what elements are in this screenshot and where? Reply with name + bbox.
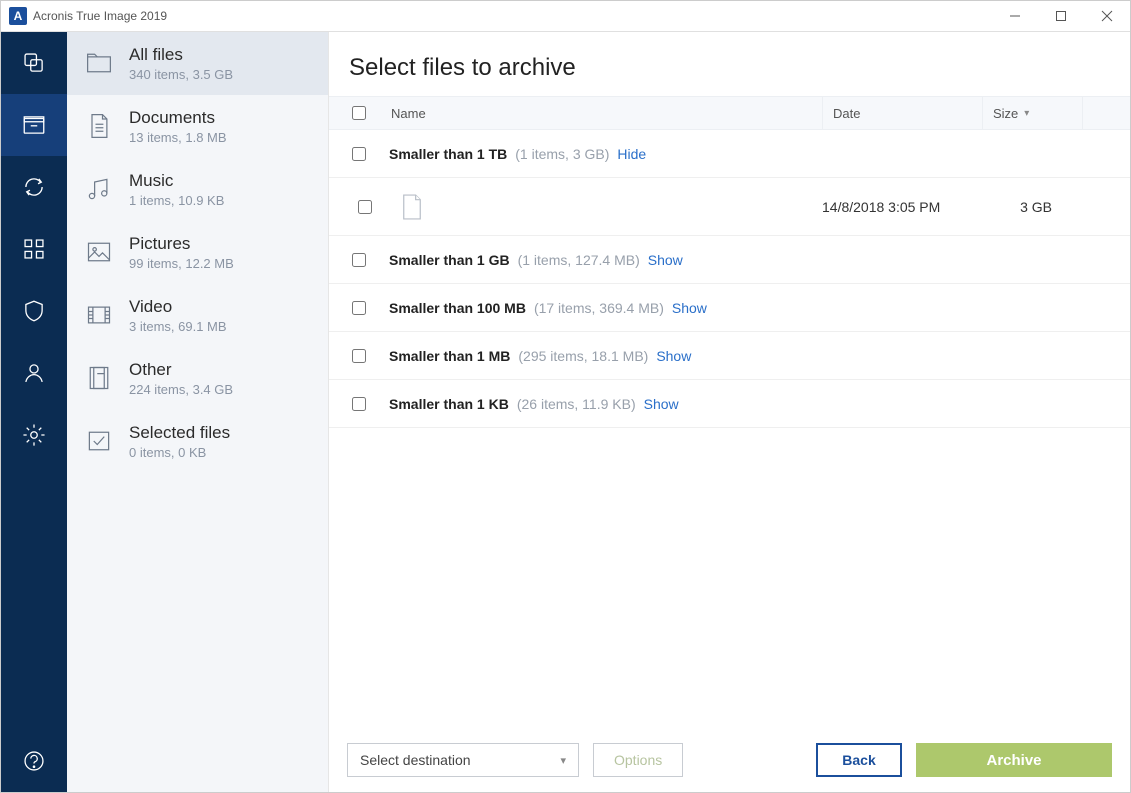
group-meta: (1 items, 3 GB) — [515, 146, 609, 162]
group-title: Smaller than 100 MB — [389, 300, 526, 316]
group-checkbox[interactable] — [352, 349, 366, 363]
sort-desc-icon: ▾ — [1024, 108, 1029, 119]
category-subtitle: 99 items, 12.2 MB — [129, 256, 234, 271]
group-row: Smaller than 1 KB (26 items, 11.9 KB) Show — [329, 380, 1130, 428]
group-toggle-link[interactable]: Show — [648, 252, 683, 268]
nav-account[interactable] — [1, 342, 67, 404]
group-title: Smaller than 1 GB — [389, 252, 510, 268]
column-date[interactable]: Date — [822, 97, 982, 129]
category-sidebar: All files 340 items, 3.5 GB Documents 13 it… — [67, 32, 329, 792]
nav-sync[interactable] — [1, 156, 67, 218]
file-size: 3 GB — [982, 199, 1082, 215]
category-pictures[interactable]: Pictures 99 items, 12.2 MB — [67, 221, 328, 284]
nav-tools[interactable] — [1, 218, 67, 280]
group-checkbox[interactable] — [352, 253, 366, 267]
document-icon — [85, 112, 113, 140]
group-meta: (17 items, 369.4 MB) — [534, 300, 664, 316]
category-title: Other — [129, 360, 233, 380]
table-body: Smaller than 1 TB (1 items, 3 GB) Hide 14/8… — [329, 130, 1130, 728]
category-documents[interactable]: Documents 13 items, 1.8 MB — [67, 95, 328, 158]
category-subtitle: 13 items, 1.8 MB — [129, 130, 227, 145]
group-title: Smaller than 1 KB — [389, 396, 509, 412]
group-meta: (295 items, 18.1 MB) — [518, 348, 648, 364]
category-title: All files — [129, 45, 233, 65]
nav-protection[interactable] — [1, 280, 67, 342]
folder-icon — [85, 49, 113, 77]
group-checkbox[interactable] — [352, 147, 366, 161]
category-title: Pictures — [129, 234, 234, 254]
group-checkbox[interactable] — [352, 301, 366, 315]
main-panel: Select files to archive Name Date Size▾ … — [329, 32, 1130, 792]
selected-icon — [85, 427, 113, 455]
nav-backup[interactable] — [1, 32, 67, 94]
footer-bar: Select destination ▾ Options Back Archiv… — [329, 728, 1130, 792]
options-button[interactable]: Options — [593, 743, 683, 777]
category-subtitle: 3 items, 69.1 MB — [129, 319, 227, 334]
other-icon — [85, 364, 113, 392]
file-checkbox[interactable] — [358, 200, 372, 214]
group-checkbox[interactable] — [352, 397, 366, 411]
chevron-down-icon: ▾ — [560, 754, 566, 767]
category-selected[interactable]: Selected files 0 items, 0 KB — [67, 410, 328, 473]
column-name[interactable]: Name — [389, 106, 822, 121]
select-all-checkbox[interactable] — [352, 106, 366, 120]
nav-settings[interactable] — [1, 404, 67, 466]
group-toggle-link[interactable]: Hide — [617, 146, 646, 162]
back-button[interactable]: Back — [816, 743, 902, 777]
group-row: Smaller than 100 MB (17 items, 369.4 MB) S… — [329, 284, 1130, 332]
category-title: Documents — [129, 108, 227, 128]
nav-archive[interactable] — [1, 94, 67, 156]
group-meta: (26 items, 11.9 KB) — [517, 396, 636, 412]
category-subtitle: 224 items, 3.4 GB — [129, 382, 233, 397]
nav-help[interactable] — [1, 730, 67, 792]
group-meta: (1 items, 127.4 MB) — [518, 252, 640, 268]
group-toggle-link[interactable]: Show — [656, 348, 691, 364]
window-title: Acronis True Image 2019 — [33, 9, 167, 23]
category-music[interactable]: Music 1 items, 10.9 KB — [67, 158, 328, 221]
destination-select[interactable]: Select destination ▾ — [347, 743, 579, 777]
page-heading: Select files to archive — [349, 54, 1110, 82]
file-row[interactable]: 14/8/2018 3:05 PM3 GB — [329, 178, 1130, 236]
category-subtitle: 1 items, 10.9 KB — [129, 193, 224, 208]
nav-rail — [1, 32, 67, 792]
music-icon — [85, 175, 113, 203]
group-row: Smaller than 1 GB (1 items, 127.4 MB) Show — [329, 236, 1130, 284]
group-row: Smaller than 1 MB (295 items, 18.1 MB) Sho… — [329, 332, 1130, 380]
group-row: Smaller than 1 TB (1 items, 3 GB) Hide — [329, 130, 1130, 178]
file-date: 14/8/2018 3:05 PM — [822, 199, 982, 215]
table-header: Name Date Size▾ — [329, 96, 1130, 130]
column-size[interactable]: Size▾ — [982, 97, 1082, 129]
category-title: Video — [129, 297, 227, 317]
category-subtitle: 0 items, 0 KB — [129, 445, 230, 460]
maximize-button[interactable] — [1038, 1, 1084, 32]
category-video[interactable]: Video 3 items, 69.1 MB — [67, 284, 328, 347]
group-toggle-link[interactable]: Show — [672, 300, 707, 316]
group-toggle-link[interactable]: Show — [644, 396, 679, 412]
destination-label: Select destination — [360, 752, 471, 768]
category-other[interactable]: Other 224 items, 3.4 GB — [67, 347, 328, 410]
app-icon: A — [9, 7, 27, 25]
category-subtitle: 340 items, 3.5 GB — [129, 67, 233, 82]
category-all[interactable]: All files 340 items, 3.5 GB — [67, 32, 328, 95]
category-title: Music — [129, 171, 224, 191]
archive-button[interactable]: Archive — [916, 743, 1112, 777]
group-title: Smaller than 1 MB — [389, 348, 510, 364]
group-title: Smaller than 1 TB — [389, 146, 507, 162]
category-title: Selected files — [129, 423, 230, 443]
minimize-button[interactable] — [992, 1, 1038, 32]
picture-icon — [85, 238, 113, 266]
titlebar: A Acronis True Image 2019 — [1, 1, 1130, 32]
close-button[interactable] — [1084, 1, 1130, 32]
video-icon — [85, 301, 113, 329]
file-icon — [401, 194, 431, 220]
